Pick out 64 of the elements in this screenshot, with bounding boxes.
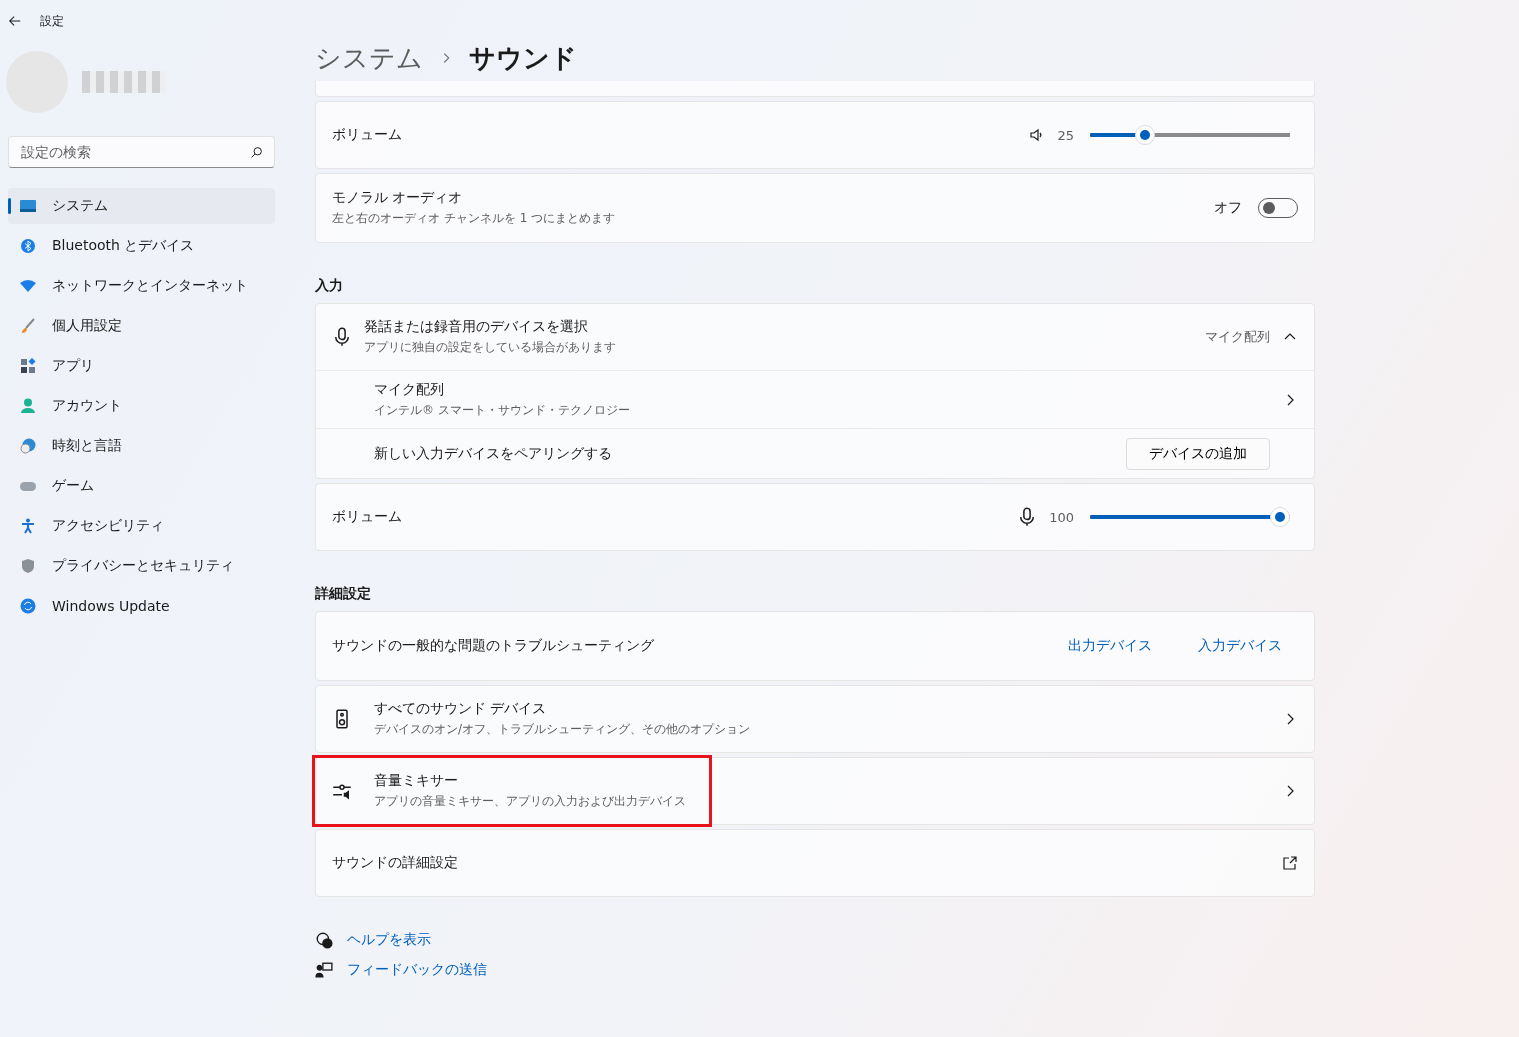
sidebar-item[interactable]: システム xyxy=(8,188,275,224)
settings-card[interactable]: すべてのサウンド デバイス デバイスのオン/オフ、トラブルシューティング、その他のオプション xyxy=(315,685,1315,753)
sidebar-item[interactable]: アプリ xyxy=(8,348,275,384)
setting-title: すべてのサウンド デバイス xyxy=(374,700,548,718)
sidebar-item[interactable]: プライバシーとセキュリティ xyxy=(8,548,275,584)
setting-description: デバイスのオン/オフ、トラブルシューティング、その他のオプション xyxy=(374,721,752,738)
section-heading: 入力 xyxy=(315,277,344,295)
accessibility-icon xyxy=(20,518,36,534)
section-heading: 詳細設定 xyxy=(315,585,372,603)
brush-icon xyxy=(20,318,36,334)
search-icon xyxy=(250,146,263,159)
external-link-icon xyxy=(1282,855,1298,871)
setting-label: サウンドの一般的な問題のトラブルシューティング xyxy=(332,637,655,655)
sidebar-item[interactable]: ネットワークとインターネット xyxy=(8,268,275,304)
device-name: マイク配列 xyxy=(374,380,445,399)
setting-title: 音量ミキサー xyxy=(374,772,459,790)
troubleshoot-link[interactable]: 出力デバイス xyxy=(1068,637,1152,655)
setting-description: アプリに独自の設定をしている場合があります xyxy=(364,339,617,356)
sidebar-item[interactable]: Windows Update xyxy=(8,588,275,624)
search-field[interactable]: 設定の検索 xyxy=(8,136,275,168)
settings-card[interactable]: サウンドの詳細設定 xyxy=(315,829,1315,897)
help-link[interactable]: フィードバックの送信 xyxy=(347,961,487,979)
slider-thumb[interactable] xyxy=(1270,507,1290,527)
help-link[interactable]: ヘルプを表示 xyxy=(347,931,431,949)
breadcrumb-item: サウンド xyxy=(469,41,577,75)
apps-icon xyxy=(20,358,36,374)
gamepad-icon xyxy=(20,480,36,492)
device-row[interactable]: マイク配列 インテル® スマート・サウンド・テクノロジー xyxy=(316,370,1314,428)
microphone-icon xyxy=(332,327,352,347)
globe-clock-icon xyxy=(20,438,36,454)
breadcrumb-item[interactable]: システム xyxy=(315,40,423,76)
setting-title: 発話または録音用のデバイスを選択 xyxy=(364,318,589,336)
setting-description: アプリの音量ミキサー、アプリの入力および出力デバイス xyxy=(374,793,687,810)
monitor-icon xyxy=(20,200,36,212)
sidebar-item[interactable]: Bluetooth とデバイス xyxy=(8,228,275,264)
setting-description: 左と右のオーディオ チャンネルを 1 つにまとめます xyxy=(332,210,617,227)
device-description: インテル® スマート・サウンド・テクノロジー xyxy=(374,401,631,419)
slider-thumb[interactable] xyxy=(1135,125,1155,145)
setting-title: サウンドの詳細設定 xyxy=(332,854,459,872)
setting-label: ボリューム xyxy=(332,508,403,526)
feedback-icon xyxy=(315,961,333,979)
sync-icon xyxy=(20,598,36,614)
sidebar-item[interactable]: アカウント xyxy=(8,388,275,424)
volume-reading: 100 xyxy=(1049,509,1074,525)
window-title: 設定 xyxy=(40,12,64,30)
sidebar-item[interactable]: 時刻と言語 xyxy=(8,428,275,464)
wifi-icon xyxy=(20,280,36,292)
add-device-button[interactable]: デバイスの追加 xyxy=(1126,437,1270,470)
bluetooth-icon xyxy=(20,238,36,254)
sidebar-item[interactable]: 個人用設定 xyxy=(8,308,275,344)
setting-label: ボリューム xyxy=(332,126,403,144)
sidebar-item[interactable]: アクセシビリティ xyxy=(8,508,275,544)
toggle-state: オフ xyxy=(1214,199,1242,217)
person-icon xyxy=(20,398,36,414)
setting-title: モノラル オーディオ xyxy=(332,189,464,207)
sidebar-item[interactable]: ゲーム xyxy=(8,468,275,504)
troubleshoot-link[interactable]: 入力デバイス xyxy=(1198,637,1282,655)
expander-header[interactable]: 発話または録音用のデバイスを選択 アプリに独自の設定をしている場合があります マイク配列 xyxy=(316,304,1314,370)
setting-label: 新しい入力デバイスをペアリングする xyxy=(374,444,613,463)
selected-device: マイク配列 xyxy=(1205,328,1270,346)
shield-icon xyxy=(20,558,36,574)
volume-reading: 25 xyxy=(1057,127,1074,143)
settings-card[interactable]: 音量ミキサー アプリの音量ミキサー、アプリの入力および出力デバイス xyxy=(315,757,1315,825)
back-arrow-icon xyxy=(8,14,22,28)
